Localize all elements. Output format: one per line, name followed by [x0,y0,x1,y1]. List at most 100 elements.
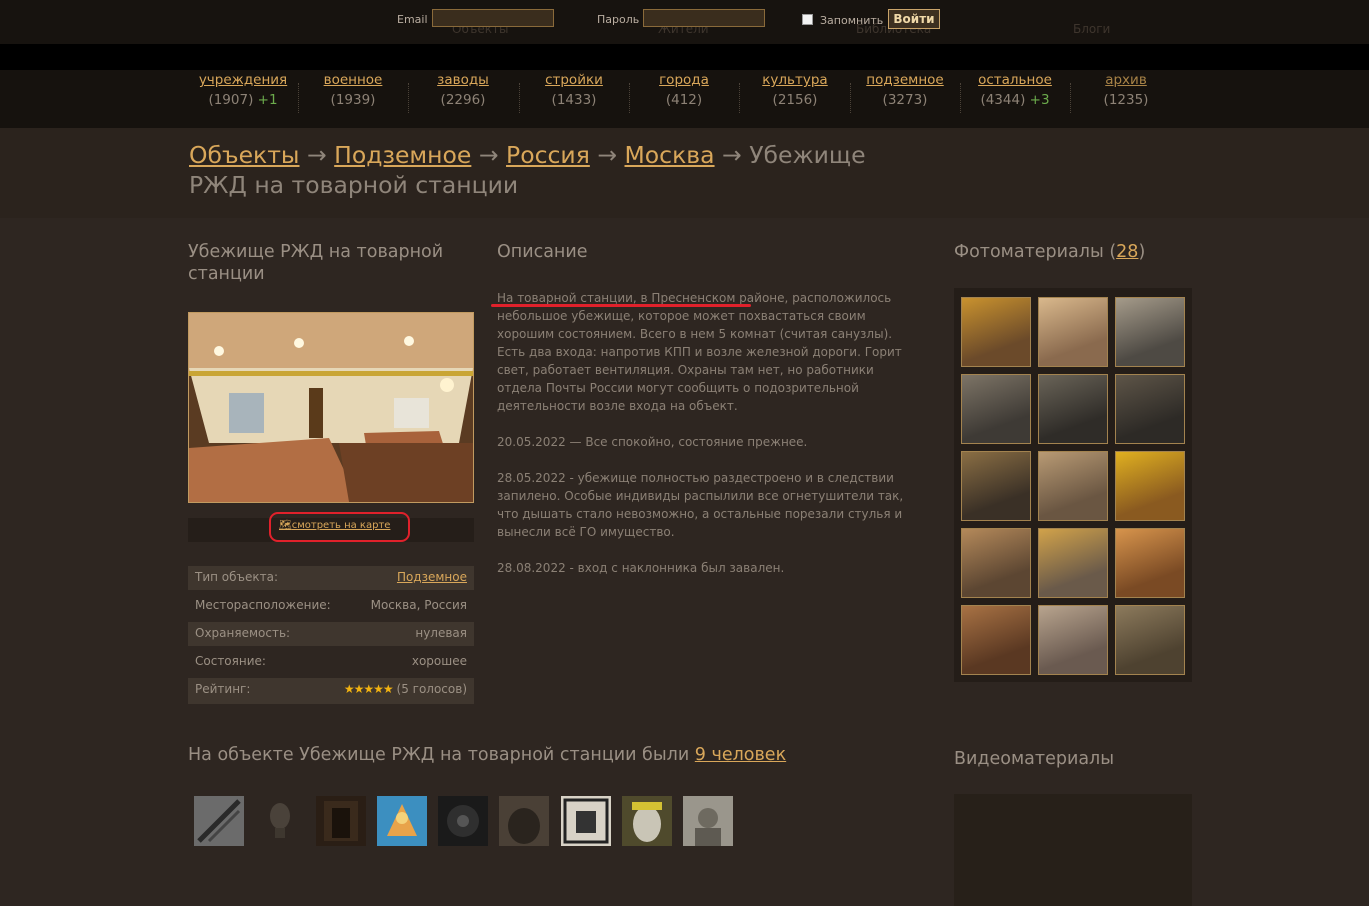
category-count: (2296) [440,92,486,108]
category-name[interactable]: архив [1071,72,1181,88]
category-construction[interactable]: стройки (1433) [519,72,629,108]
category-archive[interactable]: архив (1235) [1071,72,1181,108]
visitors-count-link[interactable]: 9 человек [695,745,786,765]
photo-thumbnail[interactable] [961,605,1031,675]
category-name[interactable]: заводы [408,72,518,88]
photo-thumbnail[interactable] [961,451,1031,521]
prop-location: Месторасположение: Москва, Россия [188,594,474,618]
annotation-red-underline [491,304,751,307]
email-label: Email [397,13,428,26]
breadcrumb-arrow: → [722,141,742,169]
room-photo-illustration [189,313,473,502]
avatar[interactable] [438,796,488,846]
category-name[interactable]: остальное [960,72,1070,88]
category-bar: учреждения (1907) +1 военное (1939) заво… [0,70,1369,128]
breadcrumb-russia[interactable]: Россия [506,141,590,169]
photo-thumbnail[interactable] [961,374,1031,444]
object-title: Убежище РЖД на товарной станции [188,242,444,284]
description-update-3: 28.08.2022 - вход с наклонника был завал… [497,561,785,575]
ghost-nav-blogs: Блоги [1073,22,1111,36]
category-count: (412) [665,92,703,108]
prop-security: Охраняемость: нулевая [188,622,474,646]
prop-condition: Состояние: хорошее [188,650,474,674]
prop-value: нулевая [415,626,467,640]
category-name[interactable]: города [629,72,739,88]
category-cities[interactable]: города (412) [629,72,739,108]
breadcrumb-arrow: → [478,141,499,169]
category-culture[interactable]: культура (2156) [740,72,850,108]
category-count: (2156) [772,92,818,108]
category-name[interactable]: стройки [519,72,629,88]
photo-thumbnail[interactable] [1038,451,1108,521]
rating-stars[interactable]: ★★★★★ [344,682,394,696]
description-update-2: 28.05.2022 - убежище полностью раздестро… [497,471,904,539]
description-highlight: На товарной станции, в Пресненском район… [497,291,785,305]
avatar[interactable] [377,796,427,846]
main-photo[interactable] [188,312,474,503]
photo-thumbnail[interactable] [961,297,1031,367]
breadcrumb: Объекты → Подземное → Россия → Москва → … [189,140,929,200]
description-update-1: 20.05.2022 — Все спокойно, состояние пре… [497,435,808,449]
avatar[interactable] [622,796,672,846]
login-button[interactable]: Войти [888,9,940,29]
breadcrumb-underground[interactable]: Подземное [334,141,471,169]
breadcrumb-objects[interactable]: Объекты [189,141,300,169]
prop-key: Месторасположение: [195,598,331,612]
videos-heading: Видеоматериалы [954,749,1115,769]
photo-thumbnail[interactable] [1115,297,1185,367]
avatar[interactable] [194,796,244,846]
prop-value: хорошее [411,654,467,668]
category-count: (1907) +1 [208,92,278,108]
photo-thumbnail[interactable] [1115,374,1185,444]
photos-count-link[interactable]: 28 [1116,242,1138,262]
photos-heading: Фотоматериалы (28) [954,242,1146,262]
prop-key: Охраняемость: [195,626,291,640]
photo-thumbnail[interactable] [1038,297,1108,367]
category-factories[interactable]: заводы (2296) [408,72,518,108]
remember-checkbox[interactable] [802,14,813,25]
photo-thumbnail[interactable] [1038,605,1108,675]
top-login-bar: Объекты Жители Библиотека Блоги Email Па… [0,0,1369,44]
prop-value: Москва, Россия [370,598,467,612]
category-count: (3273) [882,92,928,108]
prop-type-link[interactable]: Подземное [397,570,467,584]
avatar[interactable] [561,796,611,846]
prop-type: Тип объекта: Подземное [188,566,474,590]
email-input[interactable] [432,9,554,27]
breadcrumb-moscow[interactable]: Москва [625,141,715,169]
password-input[interactable] [643,9,765,27]
password-label: Пароль [597,13,640,26]
category-name[interactable]: военное [298,72,408,88]
category-name[interactable]: культура [740,72,850,88]
description-heading: Описание [497,242,588,262]
remember-label: Запомнить [820,14,884,27]
category-underground[interactable]: подземное (3273) [850,72,960,108]
category-other[interactable]: остальное (4344) +3 [960,72,1070,108]
category-institutions[interactable]: учреждения (1907) +1 [188,72,298,108]
photo-thumbnail[interactable] [961,528,1031,598]
category-count: (4344) +3 [980,92,1050,108]
breadcrumb-arrow: → [597,141,618,169]
photo-thumbnail[interactable] [1115,451,1185,521]
breadcrumb-arrow: → [306,141,327,169]
photo-thumbnail[interactable] [1115,528,1185,598]
description-text: На товарной станции, в Пресненском район… [497,289,917,595]
visitors-heading: На объекте Убежище РЖД на товарной станц… [188,745,787,765]
avatar[interactable] [683,796,733,846]
category-count: (1433) [551,92,597,108]
category-count: (1235) [1103,92,1149,108]
rating-value[interactable]: ★★★★★ (5 голосов) [344,682,467,696]
category-military[interactable]: военное (1939) [298,72,408,108]
avatar[interactable] [255,796,305,846]
avatar[interactable] [316,796,366,846]
top-divider-strip [0,44,1369,70]
prop-rating: Рейтинг: ★★★★★ (5 голосов) [188,678,474,704]
photo-thumbnail[interactable] [1038,528,1108,598]
avatar[interactable] [499,796,549,846]
photo-thumbnail[interactable] [1115,605,1185,675]
video-box [954,794,1192,906]
category-name[interactable]: подземное [850,72,960,88]
category-name[interactable]: учреждения [188,72,298,88]
photo-thumbnail[interactable] [1038,374,1108,444]
category-count: (1939) [330,92,376,108]
